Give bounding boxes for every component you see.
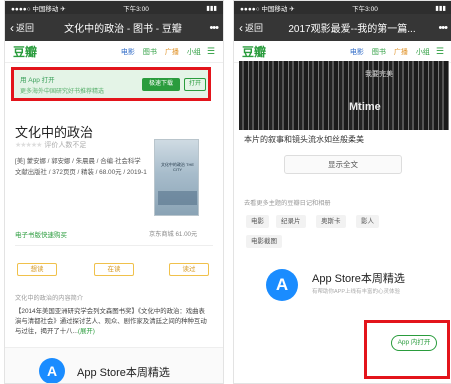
divider [15, 245, 213, 246]
book-title: 文化中的政治 [15, 125, 94, 140]
app-store-card[interactable]: A App Store本周精选 [5, 347, 223, 383]
book-cover[interactable]: 文化中的政治 THE CITY [154, 139, 199, 216]
star-rating-icon: ★★★★★ [15, 142, 42, 149]
douban-nav: 豆瓣 电影 图书 广播 小组 ☰ [5, 41, 223, 63]
douban-logo[interactable]: 豆瓣 [13, 43, 113, 60]
douban-nav: 豆瓣 电影 图书 广播 小组 ☰ [234, 41, 451, 63]
mtime-watermark: Mtime [349, 101, 381, 113]
intro-body: 【2014年美国亚洲研究学会列文森图书奖】《文化中的政治：戏曲表演与清都社会》通… [15, 308, 207, 335]
tags-heading: 去看更多主题的豆瓣日记和相册 [244, 200, 331, 207]
cover-image [158, 191, 197, 205]
more-icon[interactable]: ••• [198, 22, 219, 34]
rating-text: 评价人数不足 [44, 142, 87, 149]
want-read-button[interactable]: 想读 [17, 263, 57, 276]
back-label: 返回 [245, 23, 264, 33]
chevron-left-icon: ‹ [239, 20, 243, 35]
banner-subtitle: 更多海外中国研究好书推荐精选 [20, 89, 105, 95]
tag-chip[interactable]: 纪录片 [276, 215, 306, 228]
page-title: 2017观影最爱--我的第一篇... [288, 24, 416, 35]
wechat-titlebar: ‹ 返回 文化中的政治 - 图书 - 豆瓣 ••• [5, 14, 223, 41]
app-store-icon: A [39, 358, 65, 383]
menu-icon[interactable]: ☰ [207, 46, 215, 57]
more-icon[interactable]: ••• [427, 22, 448, 34]
app-store-icon: A [266, 269, 298, 301]
back-label: 返回 [16, 23, 35, 33]
tag-chip[interactable]: 影人 [356, 215, 379, 228]
menu-icon[interactable]: ☰ [436, 46, 444, 57]
nav-broadcast[interactable]: 广播 [394, 47, 408, 57]
battery-icon: ▮▮▮ [206, 4, 217, 12]
page-title: 文化中的政治 - 图书 - 豆瓣 [64, 24, 182, 35]
nav-movie[interactable]: 电影 [350, 47, 364, 57]
app-store-subtitle: 有帮助你APP上线有丰富的心灵体验 [312, 289, 401, 295]
reading-button[interactable]: 在读 [94, 263, 134, 276]
cover-text: 文化中的政治 THE CITY [160, 162, 195, 172]
open-app-button[interactable]: 打开 [184, 78, 206, 91]
status-bar: ●●●●○ 中国移动 ✈ 下午3:00 ▮▮▮ [5, 1, 223, 14]
time-label: 下午3:00 [123, 5, 149, 13]
status-bar: ●●●●○ 中国移动 ✈ 下午3:00 ▮▮▮ [234, 1, 451, 14]
time-label: 下午3:00 [352, 5, 378, 13]
nav-book[interactable]: 图书 [143, 47, 157, 57]
nav-broadcast[interactable]: 广播 [165, 47, 179, 57]
article-photo[interactable]: 我要完美 Mtime [239, 61, 449, 130]
battery-icon: ▮▮▮ [435, 4, 446, 12]
ebook-link[interactable]: 电子书版快速购买 [15, 229, 67, 239]
chevron-left-icon: ‹ [10, 20, 14, 35]
tag-chip[interactable]: 电影截图 [246, 235, 282, 248]
banner-title: 用 App 打开 [20, 77, 55, 84]
left-phone-screen: ●●●●○ 中国移动 ✈ 下午3:00 ▮▮▮ ‹ 返回 文化中的政治 - 图书 … [4, 0, 224, 384]
intro-text: 【2014年美国亚洲研究学会列文森图书奖】《文化中的政治：戏曲表演与清都社会》通… [15, 307, 210, 337]
download-button[interactable]: 极速下载 [142, 78, 180, 91]
tag-chip[interactable]: 电影 [246, 215, 269, 228]
expand-link[interactable]: (展开) [78, 328, 95, 335]
article-text: 本片的叙事和镜头流水如丝般柔美 [244, 135, 364, 144]
book-meta: [美] 蒙安娜 / 郭安娜 / 朱晨晨 / 合编·社会科学文献出版社 / 372… [15, 158, 147, 176]
open-in-app-button[interactable]: App 内打开 [391, 335, 437, 351]
nav-movie[interactable]: 电影 [121, 47, 135, 57]
douban-logo[interactable]: 豆瓣 [242, 43, 342, 60]
show-full-text-button[interactable]: 显示全文 [284, 155, 402, 174]
ebook-price[interactable]: 京东商城 61.00元 [149, 229, 197, 238]
read-button[interactable]: 读过 [169, 263, 209, 276]
intro-heading: 文化中的政治的内容简介 [15, 295, 84, 302]
app-store-title: App Store本周精选 [312, 273, 405, 285]
carrier-label: ●●●●○ 中国移动 ✈ [240, 5, 295, 13]
open-in-app-banner[interactable]: 用 App 打开 更多海外中国研究好书推荐精选 极速下载 打开 [11, 67, 211, 101]
nav-group[interactable]: 小组 [187, 47, 201, 57]
app-store-title: App Store本周精选 [77, 367, 170, 379]
wechat-titlebar: ‹ 返回 2017观影最爱--我的第一篇... ••• [234, 14, 451, 41]
carrier-label: ●●●●○ 中国移动 ✈ [11, 5, 66, 13]
rating-row: ★★★★★ 评价人数不足 [15, 140, 86, 150]
nav-group[interactable]: 小组 [416, 47, 430, 57]
tag-chip[interactable]: 奥斯卡 [316, 215, 346, 228]
back-button[interactable]: ‹ 返回 [239, 21, 277, 34]
nav-book[interactable]: 图书 [372, 47, 386, 57]
back-button[interactable]: ‹ 返回 [10, 21, 48, 34]
photo-overlay-text: 我要完美 [365, 71, 393, 78]
right-phone-screen: ●●●●○ 中国移动 ✈ 下午3:00 ▮▮▮ ‹ 返回 2017观影最爱--我的… [233, 0, 451, 384]
